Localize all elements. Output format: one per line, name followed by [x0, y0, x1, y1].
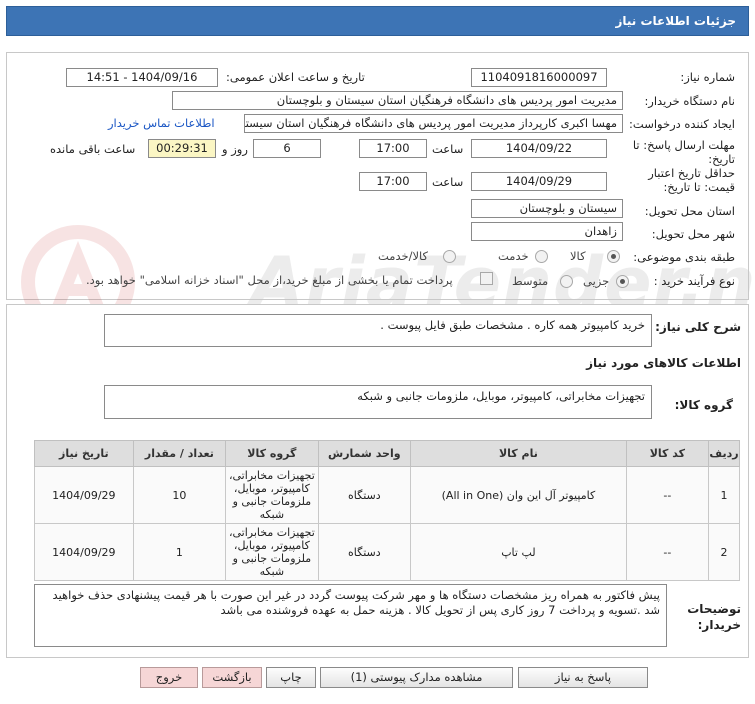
cell-row: 2: [707, 523, 741, 581]
province-field: سیستان و بلوچستان: [471, 199, 623, 218]
goods-group-field: تجهیزات مخابراتی، کامپیوتر، موبایل، ملزو…: [104, 385, 652, 419]
category-radio-goods[interactable]: [607, 250, 620, 263]
col-qty: تعداد / مقدار: [132, 440, 227, 467]
cell-group: تجهیزات مخابراتی، کامپیوتر، موبایل، ملزو…: [225, 466, 319, 524]
province-label: استان محل تحویل:: [644, 204, 735, 218]
col-group: گروه کالا: [225, 440, 319, 467]
process-label: نوع فرآیند خرید :: [653, 274, 735, 288]
cell-name: لپ تاپ: [410, 523, 627, 581]
category-radio-goods-service[interactable]: [443, 250, 456, 263]
page-title: جزئیات اطلاعات نیاز: [6, 6, 749, 36]
cell-unit: دستگاه: [317, 466, 412, 524]
validity-time-field: 17:00: [359, 172, 427, 191]
cell-name: کامپیوتر آل این وان (All in One): [410, 466, 627, 524]
validity-label-date: قیمت: تا تاریخ:: [663, 180, 735, 194]
category-option-goods-service: کالا/خدمت: [378, 249, 429, 263]
requester-field: مهسا اکبری کارپرداز مدیریت امور پردیس ها…: [244, 114, 623, 133]
deadline-time-label: ساعت: [432, 142, 464, 156]
city-label: شهر محل تحویل:: [651, 227, 735, 241]
cell-qty: 10: [132, 466, 227, 524]
col-date: تاریخ نیاز: [34, 440, 134, 467]
col-unit: واحد شمارش: [317, 440, 412, 467]
table-row: 1 -- کامپیوتر آل این وان (All in One) دس…: [34, 466, 741, 524]
need-number-label: شماره نیاز:: [680, 70, 735, 84]
announce-date-field: 1404/09/16 - 14:51: [66, 68, 218, 87]
requester-label: ایجاد کننده درخواست:: [629, 117, 735, 131]
items-table: ردیف کد کالا نام کالا واحد شمارش گروه کا…: [34, 440, 741, 581]
notes-label-buyer: خریدار:: [697, 618, 741, 632]
days-field: 6: [253, 139, 321, 158]
cell-date: 1404/09/29: [34, 523, 134, 581]
process-option-minor: جزیی: [583, 274, 610, 288]
back-button[interactable]: بازگشت: [202, 667, 262, 688]
process-option-medium: متوسط: [512, 274, 549, 288]
table-header-row: ردیف کد کالا نام کالا واحد شمارش گروه کا…: [34, 440, 741, 467]
category-label: طبقه بندی موضوعی:: [633, 250, 735, 264]
buyer-org-field: مدیریت امور پردیس های دانشگاه فرهنگیان ا…: [172, 91, 623, 110]
view-attachments-button[interactable]: مشاهده مدارک پیوستی (1): [320, 667, 513, 688]
process-radio-minor[interactable]: [616, 275, 629, 288]
cell-date: 1404/09/29: [34, 466, 134, 524]
goods-section-title: اطلاعات کالاهای مورد نیاز: [586, 356, 741, 370]
buyer-contact-link[interactable]: اطلاعات تماس خریدار: [108, 116, 215, 130]
notes-label: توضیحات: [687, 602, 741, 616]
print-button[interactable]: چاپ: [266, 667, 316, 688]
col-row: ردیف: [707, 440, 741, 467]
need-number-field: 1104091816000097: [471, 68, 607, 87]
deadline-date-field: 1404/09/22: [471, 139, 607, 158]
city-field: زاهدان: [471, 222, 623, 241]
category-option-goods: کالا: [570, 249, 586, 263]
treasury-payment-checkbox[interactable]: [480, 272, 493, 285]
process-radio-medium[interactable]: [560, 275, 573, 288]
exit-button[interactable]: خروج: [140, 667, 198, 688]
goods-group-label: گروه کالا:: [674, 398, 733, 412]
validity-time-label: ساعت: [432, 175, 464, 189]
cell-row: 1: [707, 466, 741, 524]
deadline-time-field: 17:00: [359, 139, 427, 158]
cell-code: --: [625, 523, 709, 581]
table-row: 2 -- لپ تاپ دستگاه تجهیزات مخابراتی، کام…: [34, 523, 741, 581]
cell-qty: 1: [132, 523, 227, 581]
validity-label: حداقل تاریخ اعتبار: [648, 166, 735, 180]
days-label: روز و: [222, 142, 248, 156]
validity-date-field: 1404/09/29: [471, 172, 607, 191]
summary-label: شرح کلی نیاز:: [655, 320, 741, 334]
treasury-payment-note: پرداخت تمام یا بخشی از مبلغ خرید،از محل …: [86, 273, 453, 287]
col-name: نام کالا: [410, 440, 627, 467]
cell-unit: دستگاه: [317, 523, 412, 581]
category-radio-service[interactable]: [535, 250, 548, 263]
summary-text: خرید کامپیوتر همه کاره . مشخصات طبق فایل…: [104, 314, 652, 347]
cell-group: تجهیزات مخابراتی، کامپیوتر، موبایل، ملزو…: [225, 523, 319, 581]
col-code: کد کالا: [625, 440, 709, 467]
buyer-notes-text: پیش فاکتور به همراه ریز مشخصات دستگاه ها…: [34, 584, 667, 647]
deadline-label-date: تاریخ:: [708, 152, 735, 166]
reply-button[interactable]: پاسخ به نیاز: [518, 667, 648, 688]
category-option-service: خدمت: [498, 249, 529, 263]
remaining-time-label: ساعت باقی مانده: [50, 142, 136, 156]
cell-code: --: [625, 466, 709, 524]
announce-date-label: تاریخ و ساعت اعلان عمومی:: [226, 70, 365, 84]
remaining-time-field: 00:29:31: [148, 139, 216, 158]
deadline-label: مهلت ارسال پاسخ: تا: [632, 138, 735, 152]
buyer-org-label: نام دستگاه خریدار:: [644, 94, 735, 108]
